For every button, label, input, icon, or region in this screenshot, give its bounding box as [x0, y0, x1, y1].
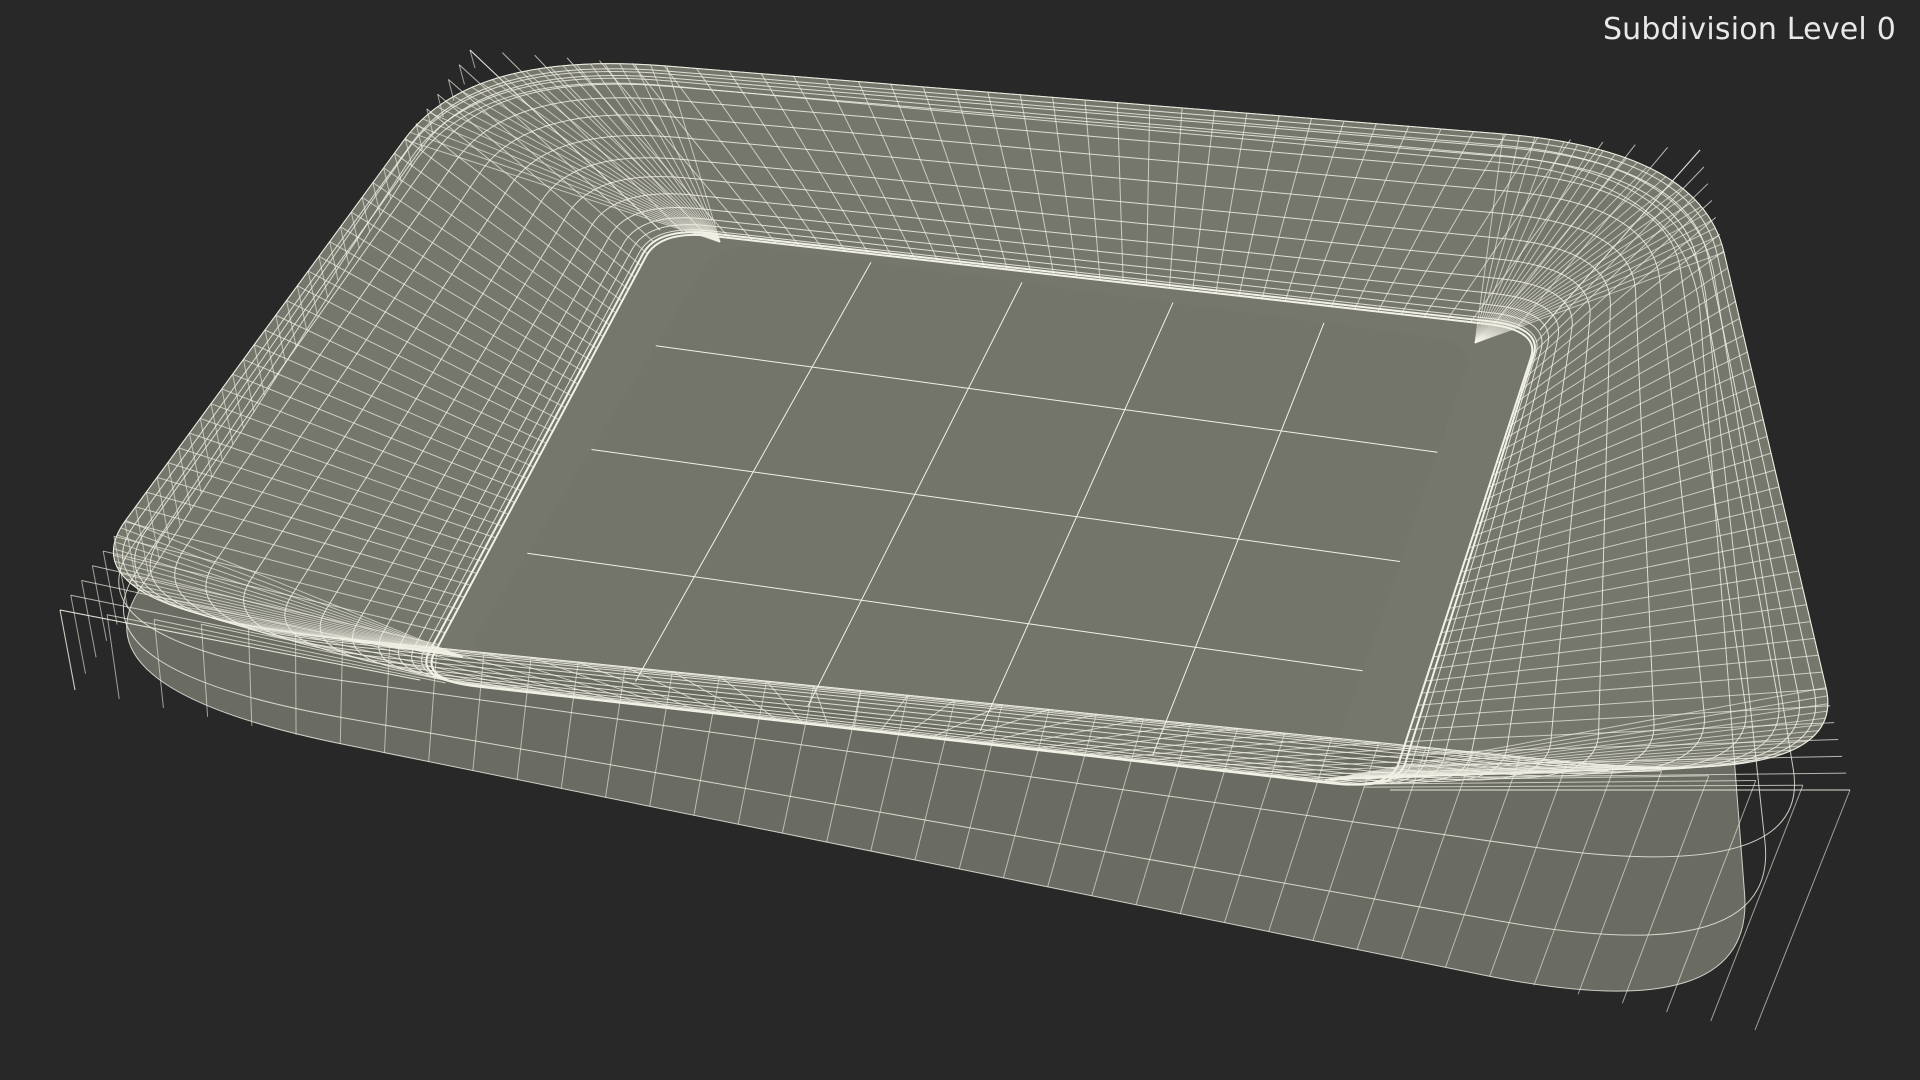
3d-viewport[interactable]: Subdivision Level 0 — [0, 0, 1920, 1080]
tray-wireframe-model — [59, 49, 1851, 1031]
subdivision-level-label: Subdivision Level 0 — [1602, 12, 1896, 47]
